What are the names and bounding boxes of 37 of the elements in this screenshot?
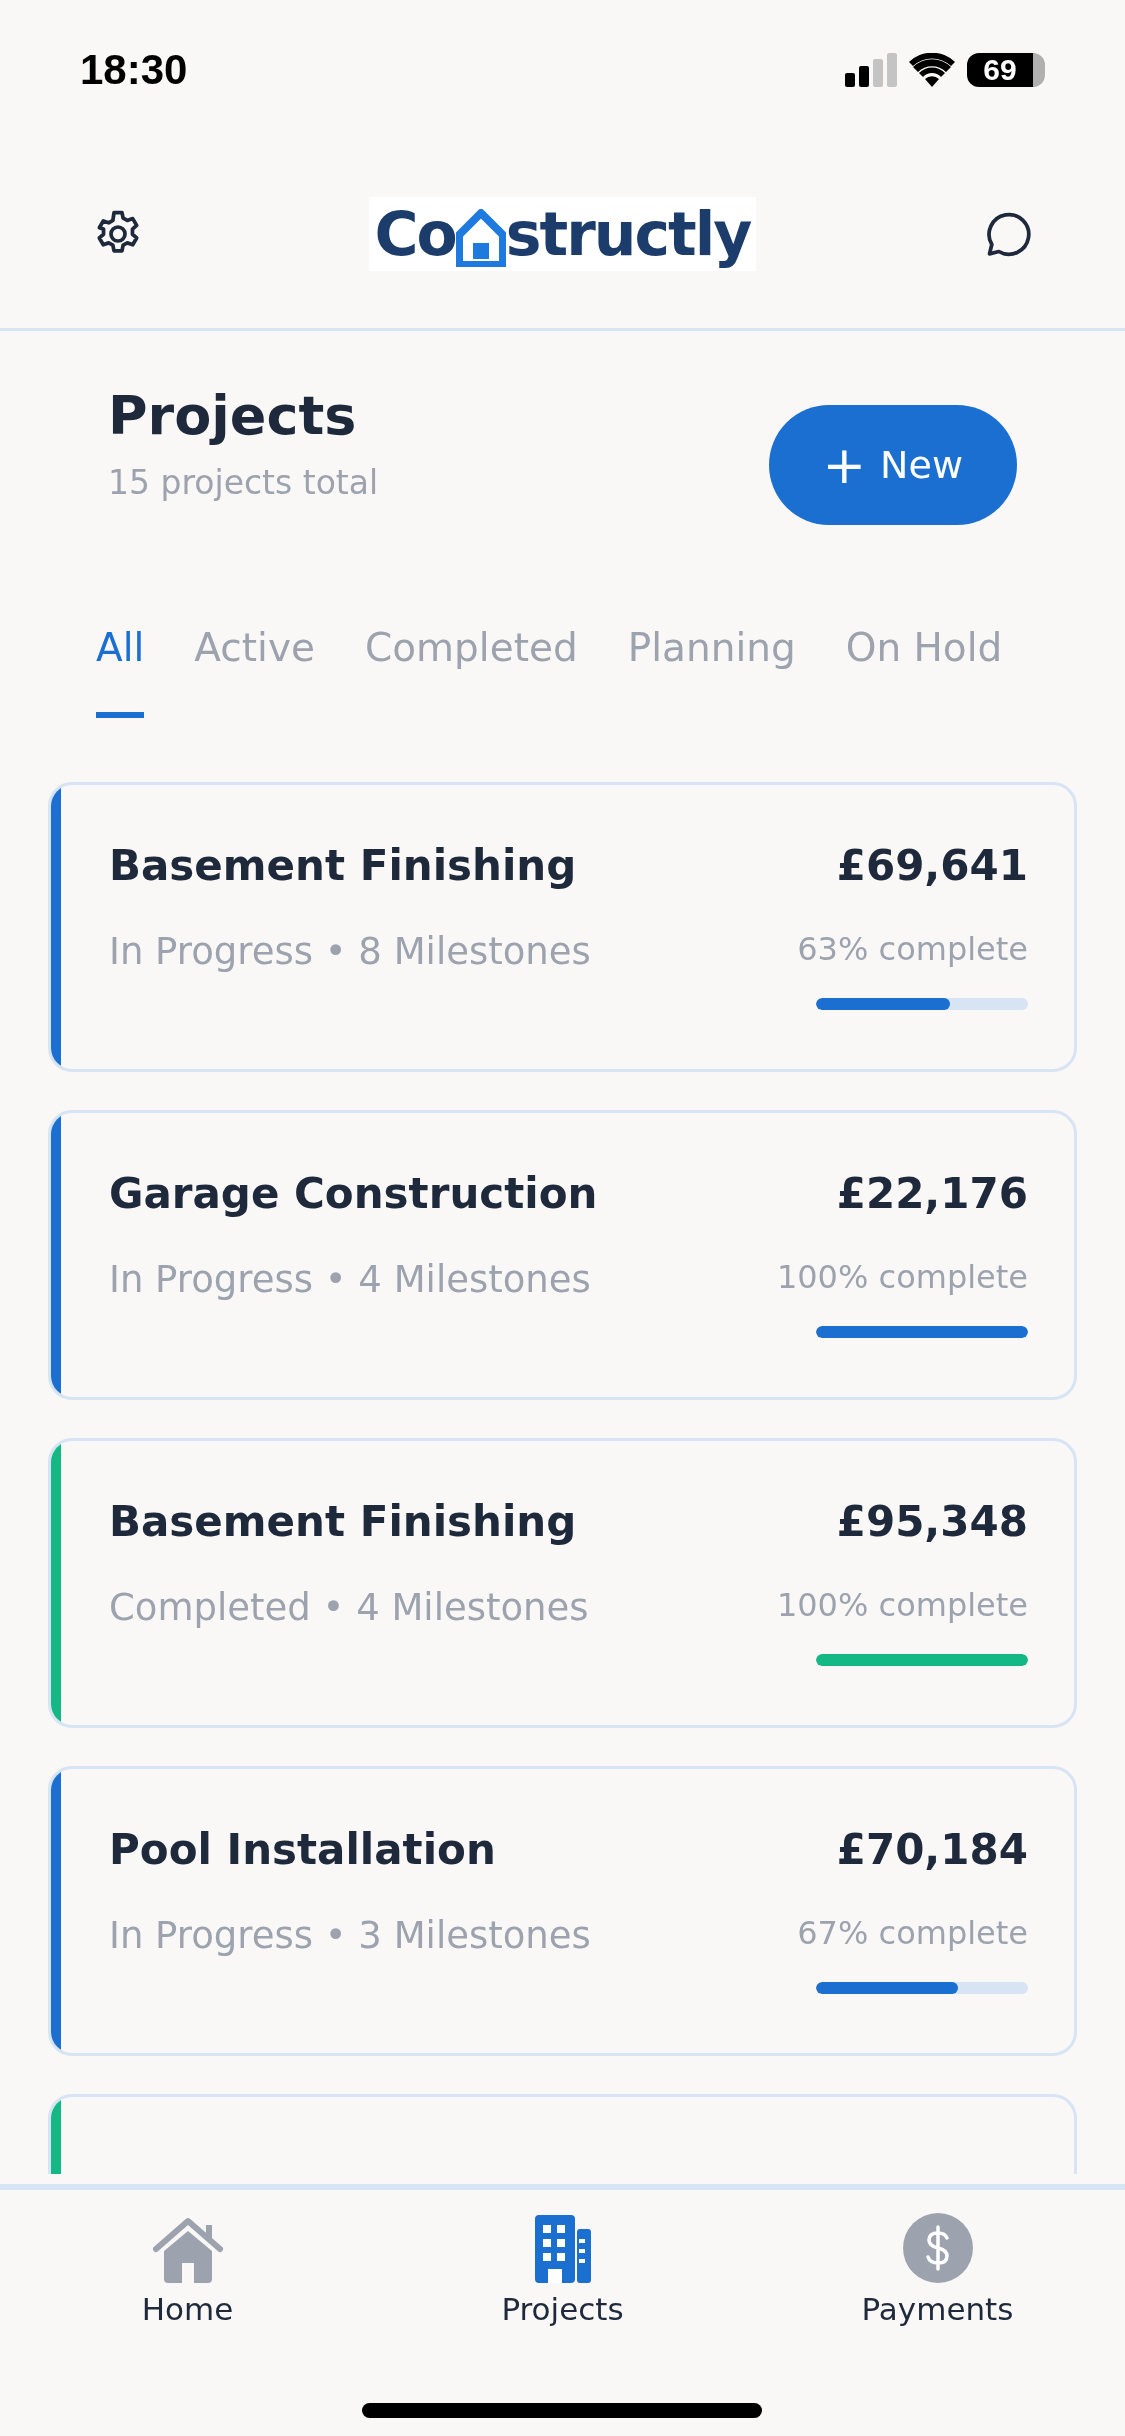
progress-text: 100% complete (776, 1258, 1028, 1296)
filter-tab[interactable]: All (96, 625, 145, 718)
project-meta: In Progress • 3 Milestones (109, 1914, 591, 1957)
project-amount: £22,176 (836, 1169, 1028, 1218)
wifi-icon (909, 53, 955, 87)
project-amount: £69,641 (836, 841, 1028, 890)
progress-text: 67% complete (797, 1914, 1028, 1952)
new-button[interactable]: + New (768, 405, 1017, 525)
progress-text: 63% complete (797, 930, 1028, 968)
dollar-icon (902, 2213, 973, 2283)
project-name: Garage Construction (109, 1169, 598, 1218)
status-time: 18:30 (80, 46, 188, 94)
project-amount: £70,184 (836, 1825, 1028, 1874)
nav-tab[interactable]: Projects (412, 2208, 713, 2328)
nav-tab[interactable]: Payments (787, 2208, 1088, 2328)
page-title: Projects (108, 384, 358, 447)
home-icon (151, 2217, 224, 2283)
project-meta: Completed • 4 Milestones (109, 1586, 589, 1629)
progress-text: 100% complete (776, 1586, 1028, 1624)
project-card[interactable]: Garage Construction £22,176 In Progress • 4 Milestones 100% complete (48, 1110, 1077, 1400)
project-card[interactable]: Basement Finishing £69,641 In Progress • 8 Milestones 63% complete (48, 782, 1077, 1072)
logo-text: Co (374, 201, 456, 267)
project-card[interactable]: Basement Finishing £95,348 Completed • 4 Milestones 100% complete (48, 1438, 1077, 1728)
project-card[interactable]: Pool Installation £70,184 In Progress • 3 Milestones 67% complete (48, 1766, 1077, 2056)
building-icon (534, 2215, 591, 2283)
logo-text: structly (505, 201, 751, 267)
project-count: 15 projects total (108, 463, 379, 502)
project-meta: In Progress • 4 Milestones (109, 1258, 591, 1301)
nav-tab[interactable]: Home (37, 2208, 338, 2328)
project-name: Basement Finishing (109, 1497, 577, 1546)
signal-icon (845, 53, 897, 87)
project-meta: In Progress • 8 Milestones (109, 930, 591, 973)
project-name: Basement Finishing (109, 841, 577, 890)
battery-icon: 69 (967, 53, 1045, 87)
house-icon (455, 209, 506, 267)
project-amount: £95,348 (836, 1497, 1028, 1546)
project-name: Pool Installation (109, 1825, 496, 1874)
